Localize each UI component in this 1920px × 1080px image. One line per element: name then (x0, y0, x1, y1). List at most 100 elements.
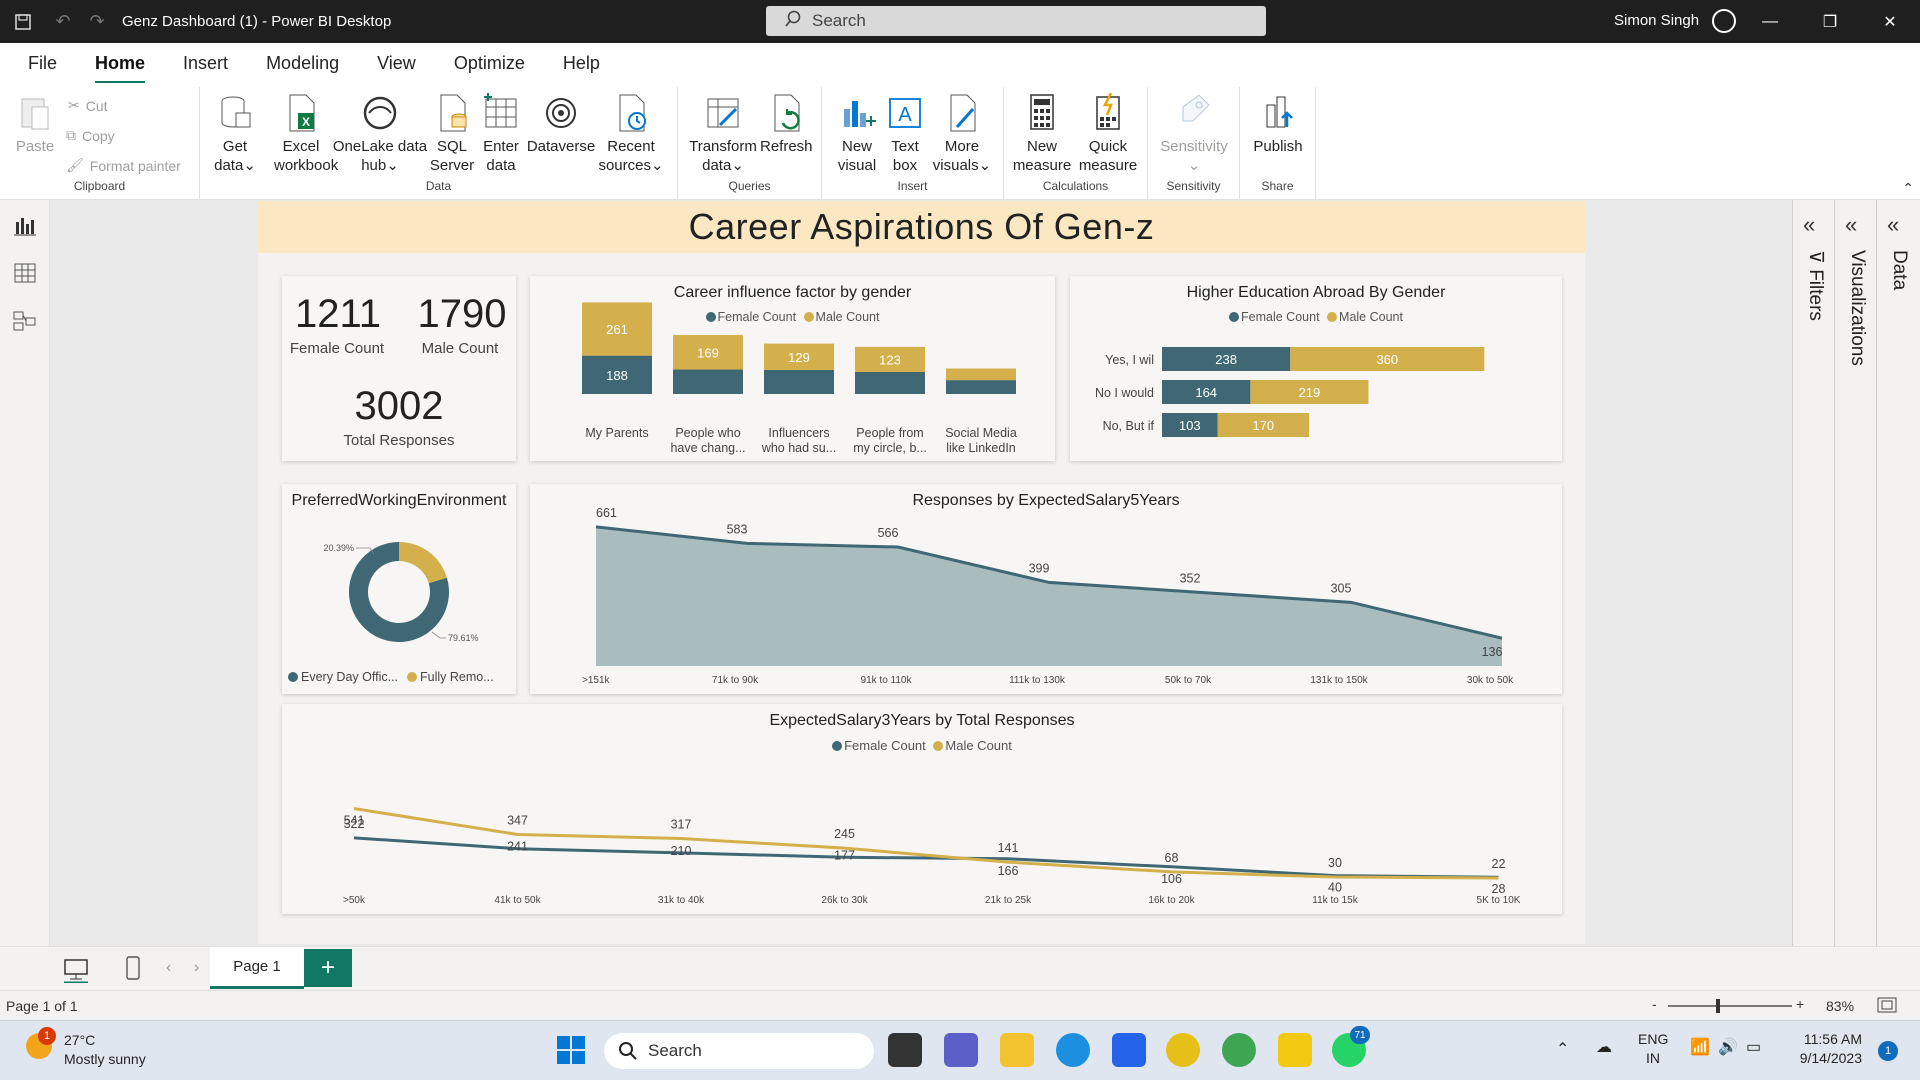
expand-filters-icon[interactable]: « (1803, 212, 1815, 238)
transform-data-button[interactable]: Transform data⌄ (688, 93, 758, 175)
recent-sources-button[interactable]: Recent sources⌄ (596, 93, 666, 175)
search-box[interactable]: Search (766, 6, 1266, 36)
male-count-label: Male Count (421, 340, 499, 357)
undo-icon[interactable]: ↶ (46, 0, 80, 43)
user-name[interactable]: Simon Singh (1614, 12, 1699, 29)
copy-icon: ⧉ (66, 127, 76, 143)
task-view-icon[interactable] (888, 1033, 922, 1067)
legend-dot-remote (407, 672, 417, 682)
windows-start-icon[interactable] (556, 1035, 586, 1065)
clock-time[interactable]: 11:56 AM (1796, 1031, 1862, 1047)
edge-icon[interactable] (1056, 1033, 1090, 1067)
category-label: 91k to 110k (861, 675, 913, 686)
add-page-button[interactable]: + (304, 949, 352, 987)
collapse-ribbon-icon[interactable]: ⌃ (1902, 180, 1914, 197)
zoom-slider-thumb[interactable] (1716, 999, 1720, 1013)
search-placeholder: Search (812, 11, 866, 30)
category-label: Social Media (945, 426, 1017, 440)
language-1[interactable]: ENG (1638, 1031, 1668, 1047)
higher-education-chart[interactable]: Higher Education Abroad By Gender Female… (1070, 276, 1562, 461)
cut-button[interactable]: ✂ Cut (68, 97, 108, 114)
report-view-icon[interactable] (12, 214, 38, 236)
sensitivity-button[interactable]: Sensitivity ⌄ (1152, 93, 1236, 175)
taskbar-search[interactable]: Search (604, 1033, 874, 1069)
zoom-slider[interactable] (1668, 1005, 1792, 1007)
chevron-up-icon[interactable]: ⌃ (1556, 1039, 1569, 1059)
new-visual-button[interactable]: New visual (834, 93, 880, 175)
quick-measure-button[interactable]: Quick measure (1076, 93, 1140, 175)
data-label: Data (1889, 250, 1910, 291)
store-icon[interactable] (1112, 1033, 1146, 1067)
prev-page-icon[interactable]: ‹ (166, 959, 171, 977)
battery-icon[interactable]: ▭ (1746, 1037, 1761, 1057)
table-icon (484, 93, 517, 128)
file-explorer-icon[interactable] (1000, 1033, 1034, 1067)
desktop-layout-icon[interactable] (62, 957, 90, 983)
tab-file[interactable]: File (28, 53, 57, 74)
save-icon[interactable] (0, 0, 46, 43)
text-box-button[interactable]: A Text box (884, 93, 926, 175)
visualizations-pane[interactable]: « Visualizations (1834, 200, 1876, 946)
wifi-icon[interactable]: 📶 (1690, 1037, 1710, 1057)
category-label: People who (675, 426, 740, 440)
tab-insert[interactable]: Insert (183, 53, 228, 74)
salary5-area-chart[interactable]: Responses by ExpectedSalary5Years 661 >15… (530, 484, 1562, 694)
teams-icon[interactable] (944, 1033, 978, 1067)
career-influence-chart[interactable]: Career influence factor by gender Female… (530, 276, 1055, 461)
kpi-card[interactable]: 1211 Female Count 1790 Male Count 3002 T… (282, 276, 516, 461)
data-label: 261 (606, 322, 628, 337)
mobile-layout-icon[interactable] (124, 955, 142, 981)
clock-date[interactable]: 9/14/2023 (1790, 1050, 1862, 1066)
paste-button[interactable]: Paste (14, 93, 56, 156)
language-2[interactable]: IN (1646, 1050, 1660, 1066)
close-icon[interactable]: ✕ (1860, 0, 1920, 43)
copy-button[interactable]: ⧉ Copy (66, 127, 115, 144)
tab-optimize[interactable]: Optimize (454, 53, 525, 74)
onelake-data-hub-button[interactable]: OneLake data hub⌄ (332, 93, 428, 175)
data-label-female: 166 (998, 864, 1019, 878)
enter-data-button[interactable]: Enter data (480, 93, 522, 175)
new-measure-button[interactable]: New measure (1012, 93, 1072, 175)
data-label: 238 (1215, 352, 1237, 367)
zoom-in-button[interactable]: + (1796, 996, 1804, 1012)
avatar[interactable] (1712, 9, 1736, 33)
category-label: 5K to 10K (1477, 895, 1521, 906)
tab-help[interactable]: Help (563, 53, 600, 74)
working-environment-chart[interactable]: PreferredWorkingEnvironment 20.39% 79.61%… (282, 484, 516, 694)
bar-female (946, 380, 1016, 394)
notification-badge[interactable]: 1 (1878, 1041, 1898, 1061)
chrome-profile-icon[interactable] (1222, 1033, 1256, 1067)
redo-icon[interactable]: ↷ (80, 0, 114, 43)
more-visuals-button[interactable]: More visuals⌄ (930, 93, 994, 175)
publish-button[interactable]: Publish (1246, 93, 1310, 156)
dataverse-button[interactable]: Dataverse (526, 93, 596, 156)
get-data-button[interactable]: Get data⌄ (210, 93, 260, 175)
format-painter-button[interactable]: 🖌 Format painter (66, 157, 181, 174)
expand-data-icon[interactable]: « (1887, 212, 1899, 238)
zoom-out-button[interactable]: - (1652, 996, 1657, 1012)
filters-pane[interactable]: « ⊽ Filters (1792, 200, 1834, 946)
data-pane[interactable]: « Data (1876, 200, 1920, 946)
weather-temp: 27°C (64, 1032, 96, 1048)
next-page-icon[interactable]: › (194, 959, 199, 977)
table-view-icon[interactable] (12, 262, 38, 284)
onedrive-icon[interactable]: ☁ (1596, 1037, 1612, 1057)
power-bi-icon[interactable] (1278, 1033, 1312, 1067)
tab-view[interactable]: View (377, 53, 416, 74)
excel-workbook-button[interactable]: X Excel workbook (274, 93, 338, 175)
minimize-icon[interactable]: — (1740, 0, 1800, 43)
data-label-female: 40 (1328, 881, 1342, 895)
sql-server-button[interactable]: SQL Server (428, 93, 476, 175)
salary3-line-chart[interactable]: ExpectedSalary3Years by Total Responses … (282, 704, 1562, 914)
volume-icon[interactable]: 🔊 (1718, 1037, 1738, 1057)
chrome-icon[interactable] (1166, 1033, 1200, 1067)
restore-icon[interactable]: ❐ (1800, 0, 1860, 43)
tab-modeling[interactable]: Modeling (266, 53, 339, 74)
expand-visualizations-icon[interactable]: « (1845, 212, 1857, 238)
refresh-button[interactable]: Refresh (760, 93, 813, 156)
fit-to-page-icon[interactable] (1876, 996, 1898, 1014)
model-view-icon[interactable] (12, 310, 38, 332)
tab-home[interactable]: Home (95, 53, 146, 84)
page-tab[interactable]: Page 1 (210, 947, 304, 989)
dataverse-icon (546, 98, 576, 128)
